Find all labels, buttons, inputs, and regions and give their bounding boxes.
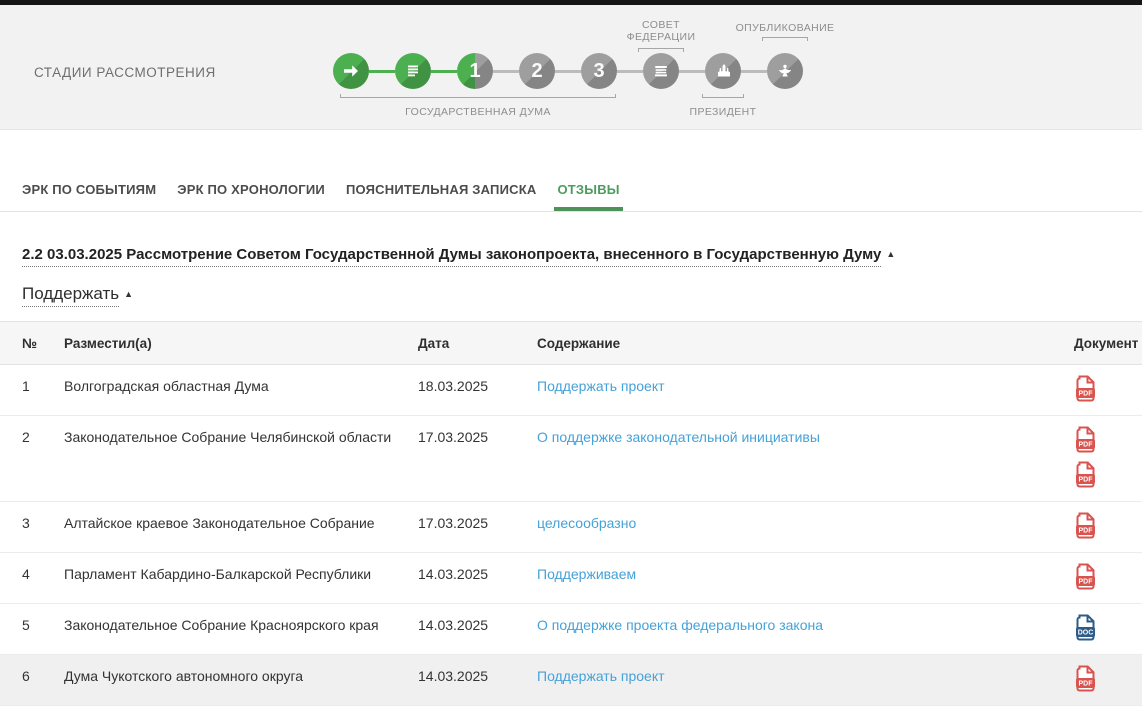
support-group-label: Поддержать bbox=[22, 284, 119, 307]
publication-label: ОПУБЛИКОВАНИЕ bbox=[725, 22, 845, 34]
content-link[interactable]: О поддержке проекта федерального закона bbox=[537, 617, 823, 633]
tab-reviews[interactable]: ОТЗЫВЫ bbox=[557, 170, 619, 211]
tab-erk-by-chronology[interactable]: ЭРК ПО ХРОНОЛОГИИ bbox=[177, 170, 325, 211]
svg-text:PDF: PDF bbox=[1079, 391, 1094, 398]
content-link[interactable]: Поддержать проект bbox=[537, 378, 665, 394]
row-number: 2 bbox=[0, 416, 64, 502]
stages-stepper: СОВЕТ ФЕДЕРАЦИИ ОПУБЛИКОВАНИЕ 1 2 3 bbox=[333, 5, 893, 130]
pdf-file-icon[interactable]: PDF bbox=[1074, 426, 1098, 456]
svg-text:PDF: PDF bbox=[1079, 442, 1094, 449]
stepper-connector bbox=[493, 70, 519, 73]
state-emblem-icon bbox=[775, 61, 795, 81]
stepper-connector bbox=[431, 70, 457, 73]
pdf-file-icon[interactable]: PDF bbox=[1074, 563, 1098, 593]
row-author: Дума Чукотского автономного округа bbox=[64, 655, 418, 706]
state-duma-label: ГОСУДАРСТВЕННАЯ ДУМА bbox=[343, 106, 613, 118]
table-row: 3 Алтайское краевое Законодательное Собр… bbox=[0, 502, 1142, 553]
table-row: 5 Законодательное Собрание Красноярского… bbox=[0, 604, 1142, 655]
step-second-reading[interactable]: 2 bbox=[519, 53, 555, 89]
stages-title: СТАДИИ РАССМОТРЕНИЯ bbox=[34, 65, 216, 80]
row-number: 4 bbox=[0, 553, 64, 604]
step-number: 1 bbox=[469, 60, 480, 83]
tab-bar: ЭРК ПО СОБЫТИЯМ ЭРК ПО ХРОНОЛОГИИ ПОЯСНИ… bbox=[0, 170, 1142, 212]
svg-text:PDF: PDF bbox=[1079, 528, 1094, 535]
collapse-caret-icon: ▲ bbox=[124, 289, 133, 299]
federation-council-label: СОВЕТ ФЕДЕРАЦИИ bbox=[611, 19, 711, 43]
row-date: 18.03.2025 bbox=[418, 365, 537, 416]
svg-text:PDF: PDF bbox=[1079, 681, 1094, 688]
row-author: Волгоградская областная Дума bbox=[64, 365, 418, 416]
col-header-number: № bbox=[0, 322, 64, 365]
president-label: ПРЕЗИДЕНТ bbox=[673, 106, 773, 118]
table-row: 4 Парламент Кабардино-Балкарской Республ… bbox=[0, 553, 1142, 604]
step-preliminary-consideration[interactable] bbox=[395, 53, 431, 89]
table-row: 2 Законодательное Собрание Челябинской о… bbox=[0, 416, 1142, 502]
pdf-file-icon[interactable]: PDF bbox=[1074, 665, 1098, 695]
col-header-date: Дата bbox=[418, 322, 537, 365]
content-link[interactable]: Поддерживаем bbox=[537, 566, 636, 582]
row-author: Законодательное Собрание Красноярского к… bbox=[64, 604, 418, 655]
stepper-row: 1 2 3 bbox=[333, 53, 803, 89]
table-header-row: № Разместил(а) Дата Содержание Документ bbox=[0, 322, 1142, 365]
row-number: 6 bbox=[0, 655, 64, 706]
row-date: 14.03.2025 bbox=[418, 604, 537, 655]
row-number: 3 bbox=[0, 502, 64, 553]
svg-text:PDF: PDF bbox=[1079, 477, 1094, 484]
pdf-file-icon[interactable]: PDF bbox=[1074, 512, 1098, 542]
table-row: 1 Волгоградская областная Дума 18.03.202… bbox=[0, 365, 1142, 416]
stepper-connector bbox=[555, 70, 581, 73]
event-section-title: 2.2 03.03.2025 Рассмотрение Советом Госу… bbox=[22, 246, 881, 267]
tab-erk-by-events[interactable]: ЭРК ПО СОБЫТИЯМ bbox=[22, 170, 156, 211]
doc-file-icon[interactable]: DOC bbox=[1074, 614, 1098, 644]
kremlin-icon bbox=[713, 61, 733, 81]
collapse-caret-icon: ▲ bbox=[886, 249, 895, 259]
content-link[interactable]: Поддержать проект bbox=[537, 668, 665, 684]
federation-council-bracket bbox=[638, 48, 684, 52]
step-number: 3 bbox=[593, 60, 604, 83]
president-bracket bbox=[702, 94, 744, 98]
publication-bracket bbox=[762, 37, 808, 41]
tab-explanatory-note[interactable]: ПОЯСНИТЕЛЬНАЯ ЗАПИСКА bbox=[346, 170, 537, 211]
table-row: 6 Дума Чукотского автономного округа 14.… bbox=[0, 655, 1142, 706]
content-link[interactable]: целесообразно bbox=[537, 515, 636, 531]
svg-text:PDF: PDF bbox=[1079, 579, 1094, 586]
stepper-connector bbox=[679, 70, 705, 73]
col-header-author: Разместил(а) bbox=[64, 322, 418, 365]
row-date: 14.03.2025 bbox=[418, 553, 537, 604]
step-number: 2 bbox=[531, 60, 542, 83]
pdf-file-icon[interactable]: PDF bbox=[1074, 375, 1098, 405]
step-publication[interactable] bbox=[767, 53, 803, 89]
pdf-file-icon[interactable]: PDF bbox=[1074, 461, 1098, 491]
step-president[interactable] bbox=[705, 53, 741, 89]
row-author: Алтайское краевое Законодательное Собран… bbox=[64, 502, 418, 553]
row-date: 14.03.2025 bbox=[418, 655, 537, 706]
row-author: Законодательное Собрание Челябинской обл… bbox=[64, 416, 418, 502]
document-lines-icon bbox=[403, 61, 423, 81]
step-first-reading[interactable]: 1 bbox=[457, 53, 493, 89]
stages-section: СТАДИИ РАССМОТРЕНИЯ СОВЕТ ФЕДЕРАЦИИ ОПУБ… bbox=[0, 5, 1142, 130]
stepper-connector bbox=[617, 70, 643, 73]
support-group-toggle[interactable]: Поддержать ▲ bbox=[22, 284, 1120, 304]
row-number: 1 bbox=[0, 365, 64, 416]
svg-text:DOC: DOC bbox=[1078, 630, 1094, 637]
parliament-building-icon bbox=[651, 61, 671, 81]
col-header-document: Документ bbox=[1062, 322, 1142, 365]
step-third-reading[interactable]: 3 bbox=[581, 53, 617, 89]
content-link[interactable]: О поддержке законодательной инициативы bbox=[537, 429, 820, 445]
row-author: Парламент Кабардино-Балкарской Республик… bbox=[64, 553, 418, 604]
step-federation-council[interactable] bbox=[643, 53, 679, 89]
reviews-table: № Разместил(а) Дата Содержание Документ … bbox=[0, 321, 1142, 706]
step-introduction[interactable] bbox=[333, 53, 369, 89]
event-section-toggle[interactable]: 2.2 03.03.2025 Рассмотрение Советом Госу… bbox=[22, 246, 1120, 263]
state-duma-bracket bbox=[340, 94, 616, 98]
stepper-connector bbox=[741, 70, 767, 73]
arrow-icon bbox=[341, 61, 361, 81]
row-number: 5 bbox=[0, 604, 64, 655]
col-header-content: Содержание bbox=[537, 322, 1062, 365]
row-date: 17.03.2025 bbox=[418, 502, 537, 553]
stepper-connector bbox=[369, 70, 395, 73]
row-date: 17.03.2025 bbox=[418, 416, 537, 502]
